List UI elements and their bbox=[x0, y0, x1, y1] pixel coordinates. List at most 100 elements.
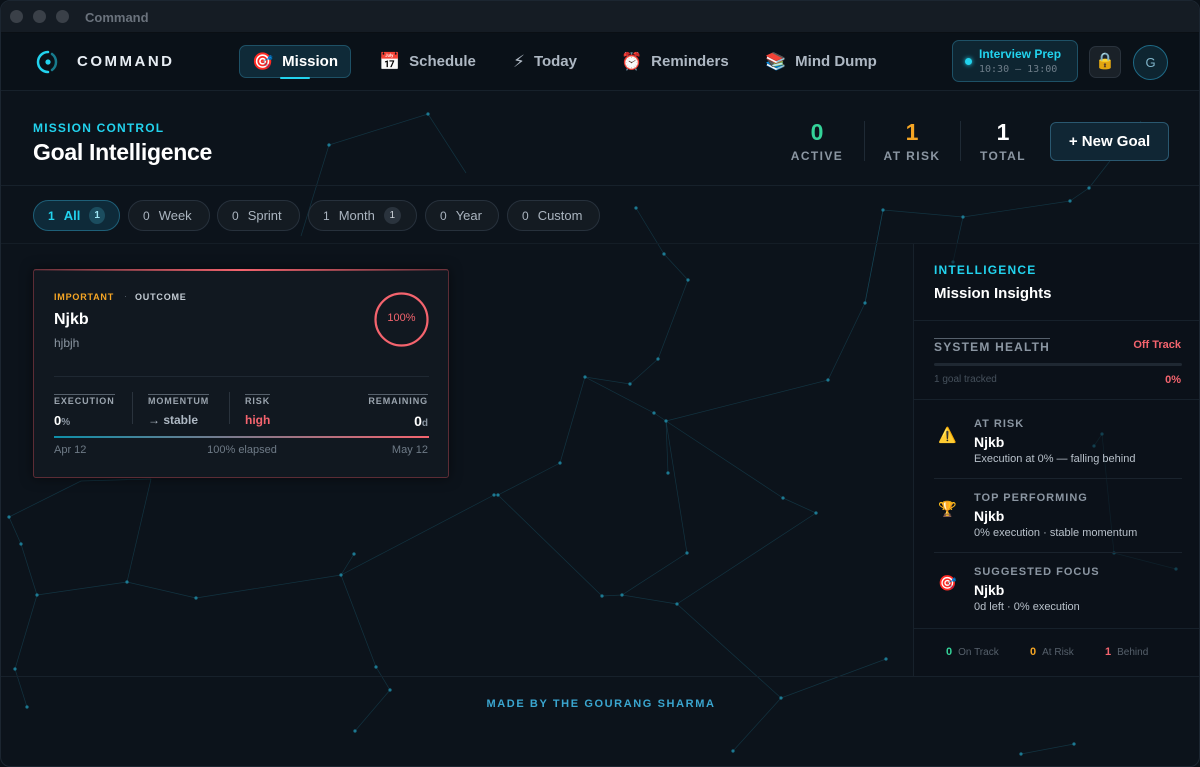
nav-mission[interactable]: 🎯 Mission bbox=[239, 45, 352, 79]
minimize-window-button[interactable] bbox=[33, 10, 46, 23]
filter-year[interactable]: 0 Year bbox=[425, 200, 499, 231]
filter-count: 1 bbox=[323, 208, 330, 223]
filter-label: Custom bbox=[537, 208, 583, 223]
new-goal-button[interactable]: + New Goal bbox=[1050, 122, 1169, 161]
legend-label: On Track bbox=[958, 647, 999, 658]
nav-label: Today bbox=[533, 53, 577, 70]
execution-unit: % bbox=[61, 417, 71, 428]
filter-badge: 1 bbox=[383, 207, 401, 224]
legend-on-track: 0 On Track bbox=[946, 646, 999, 658]
timeframe-filter-bar: 1 All 1 0 Week 0 Sprint 1 Month 1 0 Year… bbox=[1, 186, 1199, 244]
insight-label: TOP PERFORMING bbox=[974, 492, 1088, 504]
current-focus-chip[interactable]: Interview Prep 10:30 – 13:00 bbox=[952, 40, 1078, 82]
warning-icon: ⚠️ bbox=[938, 427, 957, 444]
target-icon: 🎯 bbox=[938, 575, 957, 592]
focus-title: Interview Prep bbox=[979, 47, 1062, 61]
footer: MADE BY THE GOURANG SHARMA bbox=[1, 676, 1199, 766]
legend-at-risk: 0 At Risk bbox=[1030, 646, 1074, 658]
metric-risk: RISK high bbox=[245, 391, 270, 427]
metric-remaining: REMAINING 0d bbox=[368, 391, 428, 429]
filter-label: Year bbox=[455, 208, 482, 223]
stat-divider bbox=[864, 121, 865, 161]
goal-divider bbox=[54, 376, 429, 377]
user-avatar[interactable]: G bbox=[1133, 45, 1168, 80]
insight-at-risk[interactable]: ⚠️ AT RISK Njkb Execution at 0% — fallin… bbox=[934, 418, 1182, 492]
goal-priority: IMPORTANT bbox=[54, 292, 115, 302]
stat-label: TOTAL bbox=[980, 149, 1026, 163]
filter-sprint[interactable]: 0 Sprint bbox=[217, 200, 300, 231]
filter-count: 0 bbox=[143, 208, 150, 223]
goal-end-date: May 12 bbox=[391, 444, 428, 456]
insight-goal-name: Njkb bbox=[974, 582, 1005, 598]
filter-label: Week bbox=[158, 208, 192, 223]
nav-schedule[interactable]: 📅 Schedule bbox=[367, 45, 488, 78]
focus-time: 10:30 – 13:00 bbox=[979, 64, 1058, 75]
calendar-icon: 📅 bbox=[379, 51, 401, 71]
legend-behind: 1 Behind bbox=[1105, 646, 1148, 658]
metric-execution: EXECUTION 0% bbox=[54, 391, 115, 428]
risk-value: high bbox=[245, 413, 271, 427]
target-icon: 🎯 bbox=[252, 51, 274, 71]
top-navigation: COMMAND 🎯 Mission 📅 Schedule ⚡ Today ⏰ R… bbox=[1, 33, 1199, 91]
system-health-percent: 0% bbox=[1165, 374, 1181, 386]
filter-month[interactable]: 1 Month 1 bbox=[308, 200, 417, 231]
stat-at-risk: 1 AT RISK bbox=[881, 119, 943, 163]
insight-description: Execution at 0% — falling behind bbox=[974, 453, 1136, 465]
metric-label: MOMENTUM bbox=[148, 394, 210, 406]
maximize-window-button[interactable] bbox=[56, 10, 69, 23]
insight-top-performing[interactable]: 🏆 TOP PERFORMING Njkb 0% execution · sta… bbox=[934, 492, 1182, 566]
page-header: MISSION CONTROL Goal Intelligence 0 ACTI… bbox=[1, 91, 1199, 186]
legend-label: At Risk bbox=[1042, 647, 1074, 658]
goal-timeline-bar bbox=[54, 436, 429, 438]
system-health-status: Off Track bbox=[1133, 339, 1181, 351]
legend-count: 1 bbox=[1105, 646, 1112, 658]
divider bbox=[934, 552, 1182, 553]
brand-name: COMMAND bbox=[77, 53, 175, 70]
nav-label: Schedule bbox=[409, 53, 476, 70]
filter-badge: 1 bbox=[89, 207, 105, 224]
filter-count: 1 bbox=[48, 208, 55, 223]
filter-week[interactable]: 0 Week bbox=[128, 200, 210, 231]
insight-goal-name: Njkb bbox=[974, 434, 1005, 450]
insight-label: AT RISK bbox=[974, 418, 1025, 430]
system-health-label: SYSTEM HEALTH bbox=[934, 338, 1051, 354]
metric-divider bbox=[229, 392, 230, 424]
metric-divider bbox=[132, 392, 133, 424]
goal-elapsed: 100% elapsed bbox=[207, 444, 277, 456]
stat-label: AT RISK bbox=[883, 149, 941, 163]
divider bbox=[914, 628, 1199, 629]
filter-count: 0 bbox=[440, 208, 447, 223]
momentum-value: → stable bbox=[148, 413, 199, 427]
stat-value: 1 bbox=[996, 119, 1010, 145]
filter-all[interactable]: 1 All 1 bbox=[33, 200, 120, 231]
lock-button[interactable]: 🔒 bbox=[1089, 46, 1121, 78]
insight-description: 0% execution · stable momentum bbox=[974, 527, 1138, 539]
nav-mind-dump[interactable]: 📚 Mind Dump bbox=[753, 45, 889, 78]
goal-description: hjbjh bbox=[54, 336, 80, 350]
alarm-clock-icon: ⏰ bbox=[621, 51, 643, 71]
goal-meta-separator: · bbox=[124, 291, 127, 301]
insight-label: SUGGESTED FOCUS bbox=[974, 566, 1100, 578]
insights-eyebrow: INTELLIGENCE bbox=[934, 263, 1037, 277]
live-indicator-icon bbox=[965, 58, 972, 65]
remaining-unit: d bbox=[421, 418, 428, 429]
goal-progress-label: 100% bbox=[387, 312, 416, 324]
metric-value-wrap: 0d bbox=[368, 413, 428, 429]
filter-label: Month bbox=[338, 208, 375, 223]
nav-reminders[interactable]: ⏰ Reminders bbox=[609, 45, 741, 78]
system-health-subtext: 1 goal tracked bbox=[934, 374, 997, 385]
goal-card[interactable]: IMPORTANT · OUTCOME Njkb hjbjh 100% EXEC… bbox=[33, 269, 449, 478]
window-title: Command bbox=[85, 10, 149, 25]
nav-today[interactable]: ⚡ Today bbox=[501, 45, 589, 78]
divider bbox=[934, 478, 1182, 479]
goal-type: OUTCOME bbox=[135, 292, 187, 302]
insight-goal-name: Njkb bbox=[974, 508, 1005, 524]
legend-label: Behind bbox=[1117, 647, 1149, 658]
stat-value: 0 bbox=[810, 119, 824, 145]
title-bar: Command bbox=[1, 1, 1199, 33]
metric-momentum: MOMENTUM → stable bbox=[148, 391, 210, 427]
filter-custom[interactable]: 0 Custom bbox=[507, 200, 600, 231]
trophy-icon: 🏆 bbox=[938, 501, 957, 518]
page-title: Goal Intelligence bbox=[33, 139, 212, 165]
close-window-button[interactable] bbox=[10, 10, 23, 23]
